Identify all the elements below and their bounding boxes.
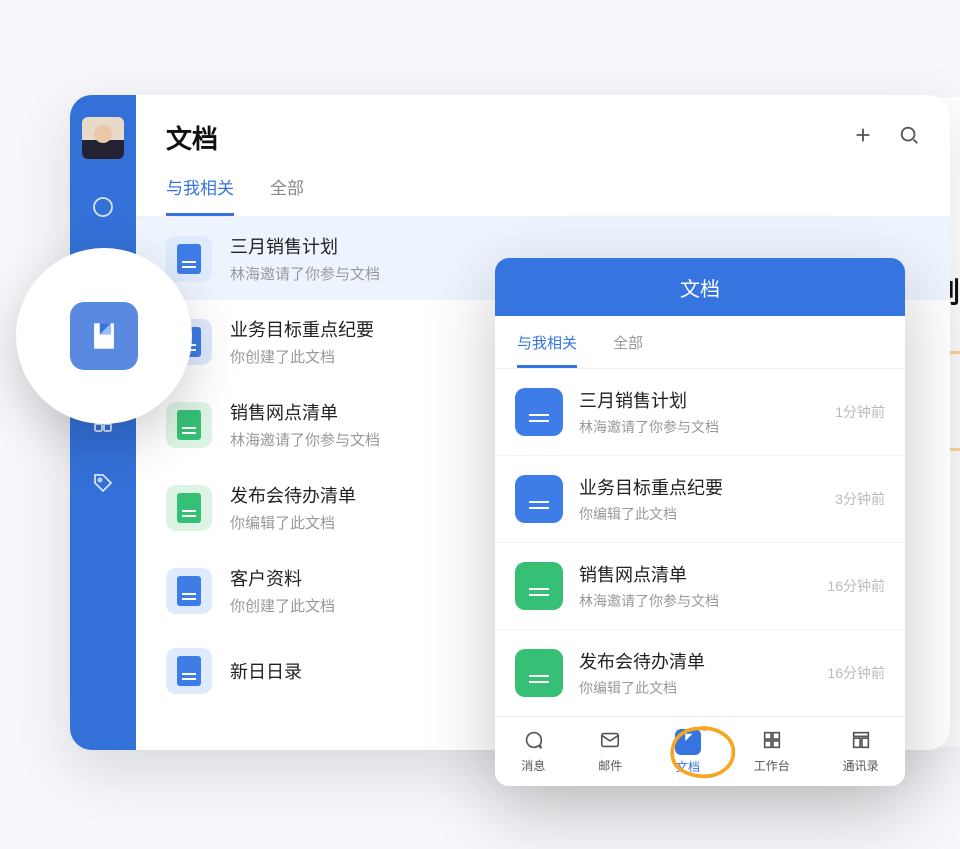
mobile-tabs: 与我相关全部 (495, 316, 905, 369)
search-icon[interactable] (898, 124, 920, 151)
mobile-header: 文档 (495, 258, 905, 316)
desktop-header: 文档 (136, 95, 950, 156)
mail-icon (599, 729, 621, 754)
add-icon[interactable] (852, 124, 874, 151)
doc-icon (166, 568, 212, 614)
tag-icon[interactable] (91, 471, 115, 495)
chat-icon[interactable] (91, 195, 115, 219)
bottom-tab-label: 工作台 (754, 757, 790, 774)
bottom-tab-workbench[interactable]: 工作台 (754, 729, 790, 774)
desktop-tab[interactable]: 全部 (270, 174, 304, 216)
doc-icon (515, 388, 563, 436)
mobile-doc-item[interactable]: 销售网点清单林海邀请了你参与文档 16分钟前 (495, 542, 905, 629)
doc-title: 新日日录 (230, 658, 302, 684)
chat-icon (522, 729, 544, 754)
mobile-doc-list: 三月销售计划林海邀请了你参与文档 1分钟前业务目标重点纪要你编辑了此文档 3分钟前销… (495, 369, 905, 716)
avatar[interactable] (82, 117, 124, 159)
bottom-tab-docs[interactable]: 文档 (675, 729, 701, 775)
doc-icon (166, 648, 212, 694)
bottom-tab-mail[interactable]: 邮件 (598, 729, 622, 774)
docs-app-badge (16, 248, 192, 424)
docs-app-icon (70, 302, 138, 370)
workbench-icon (761, 729, 783, 754)
doc-title: 发布会待办清单 (230, 482, 356, 508)
desktop-tab[interactable]: 与我相关 (166, 174, 234, 216)
docs-icon (675, 729, 701, 755)
mobile-doc-item[interactable]: 业务目标重点纪要你编辑了此文档 3分钟前 (495, 455, 905, 542)
doc-icon (515, 562, 563, 610)
doc-subtitle: 林海邀请了你参与文档 (579, 417, 819, 437)
doc-icon (166, 236, 212, 282)
doc-subtitle: 你创建了此文档 (230, 346, 374, 367)
page-title: 文档 (166, 119, 218, 156)
mobile-doc-item[interactable]: 发布会待办清单你编辑了此文档 16分钟前 (495, 629, 905, 716)
mobile-bottom-bar: 消息 邮件 文档 工作台 通讯录 (495, 716, 905, 786)
doc-title: 客户资料 (230, 565, 335, 591)
doc-title: 销售网点清单 (579, 561, 811, 587)
doc-subtitle: 你编辑了此文档 (579, 678, 811, 698)
bottom-tab-label: 通讯录 (843, 757, 879, 774)
doc-subtitle: 你编辑了此文档 (579, 504, 819, 524)
doc-time: 3分钟前 (835, 489, 885, 509)
doc-time: 16分钟前 (827, 663, 885, 683)
doc-icon (166, 402, 212, 448)
doc-subtitle: 你创建了此文档 (230, 595, 335, 616)
doc-time: 16分钟前 (827, 576, 885, 596)
doc-subtitle: 林海邀请了你参与文档 (230, 263, 380, 284)
doc-subtitle: 林海邀请了你参与文档 (230, 429, 380, 450)
doc-subtitle: 你编辑了此文档 (230, 512, 356, 533)
desktop-tabs: 与我相关全部 (136, 156, 950, 217)
doc-subtitle: 林海邀请了你参与文档 (579, 591, 811, 611)
mobile-doc-item[interactable]: 三月销售计划林海邀请了你参与文档 1分钟前 (495, 369, 905, 455)
doc-title: 三月销售计划 (579, 387, 819, 413)
mobile-tab[interactable]: 全部 (613, 332, 643, 368)
mobile-tab[interactable]: 与我相关 (517, 332, 577, 368)
doc-icon (515, 649, 563, 697)
doc-time: 1分钟前 (835, 402, 885, 422)
doc-title: 销售网点清单 (230, 399, 380, 425)
doc-title: 三月销售计划 (230, 233, 380, 259)
mobile-window: 文档 与我相关全部 三月销售计划林海邀请了你参与文档 1分钟前业务目标重点纪要你编… (495, 258, 905, 786)
doc-title: 发布会待办清单 (579, 648, 811, 674)
doc-icon (166, 485, 212, 531)
bottom-tab-label: 邮件 (598, 757, 622, 774)
doc-title: 业务目标重点纪要 (579, 474, 819, 500)
contacts-icon (850, 729, 872, 754)
doc-title: 业务目标重点纪要 (230, 316, 374, 342)
bottom-tab-label: 文档 (676, 758, 700, 775)
bottom-tab-chat[interactable]: 消息 (521, 729, 545, 774)
bottom-tab-label: 消息 (521, 757, 545, 774)
doc-icon (515, 475, 563, 523)
bottom-tab-contacts[interactable]: 通讯录 (843, 729, 879, 774)
